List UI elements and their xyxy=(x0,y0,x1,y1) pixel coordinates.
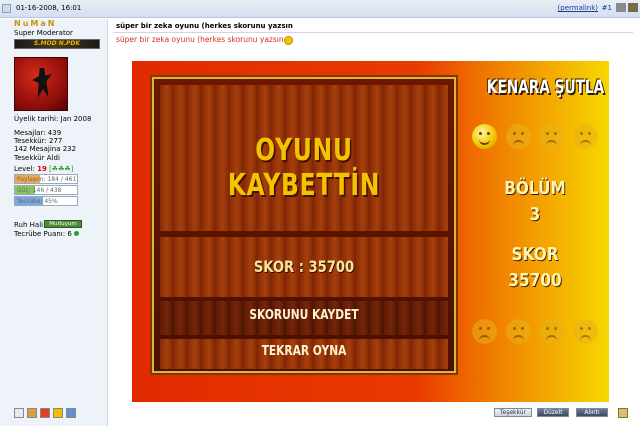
username-link[interactable]: NuMaN xyxy=(14,19,56,28)
sad-face-icon xyxy=(539,124,565,149)
rank-image: S.MOD N.PDK xyxy=(14,39,100,49)
scales-icon[interactable] xyxy=(27,408,37,418)
smiley-icon xyxy=(283,35,293,45)
user-action-icons xyxy=(14,408,79,420)
mood-badge: Mutluyum xyxy=(44,220,82,228)
post-number-link[interactable]: #1 xyxy=(602,4,612,12)
mood-label: Ruh Hali: xyxy=(14,221,46,229)
experience-points: Tecrübe Puanı: 6 xyxy=(14,230,80,238)
join-date: Üyelik tarihi: Jan 2008 xyxy=(14,115,92,123)
level-stars: [☘☘☘] xyxy=(49,165,74,173)
sad-face-icon xyxy=(539,319,565,344)
paylasim-bar-label: Paylaşım: 184 / 461 xyxy=(17,176,77,183)
post-title: süper bir zeka oyunu (herkes skorunu yaz… xyxy=(116,22,293,30)
happy-face-icon xyxy=(472,124,497,149)
avatar-figure xyxy=(32,68,52,98)
final-score-text: SKOR : 35700 xyxy=(253,257,355,276)
tecrube-bar: Tecrübe: 45% xyxy=(14,196,78,206)
multi-quote-icon[interactable] xyxy=(618,408,628,418)
sad-face-icon xyxy=(472,319,497,344)
faces-row-bottom xyxy=(468,319,602,344)
experience-points-text: Tecrübe Puanı: 6 xyxy=(14,230,72,238)
game-board: OYUNU KAYBETTİN SKOR : 35700 SKORUNU KAY… xyxy=(152,77,456,373)
level-value: 19 xyxy=(37,165,47,173)
game-over-text: OYUNU KAYBETTİN xyxy=(227,133,381,203)
sad-face-icon xyxy=(572,124,598,149)
level-number: 3 xyxy=(529,204,541,225)
post-message-text: süper bir zeka oyunu (herkes skorunu yaz… xyxy=(116,35,284,44)
sad-face-icon xyxy=(505,124,531,149)
title-divider xyxy=(113,32,633,33)
avatar xyxy=(14,57,68,111)
profile-icon[interactable] xyxy=(14,408,24,418)
game-logo: KENARA ŞUTLA xyxy=(486,76,605,98)
guc-bar: Güç: 146 / 438 xyxy=(14,185,78,195)
score-title: SKOR xyxy=(511,244,559,265)
save-score-button[interactable]: SKORUNU KAYDET xyxy=(181,308,427,323)
faces-row-top xyxy=(468,124,602,149)
sad-face-icon xyxy=(572,319,598,344)
user-title: Super Moderator xyxy=(14,29,73,37)
warning-icon[interactable] xyxy=(53,408,63,418)
paylasim-bar: Paylaşım: 184 / 461 xyxy=(14,174,78,184)
post-message: süper bir zeka oyunu (herkes skorunu yaz… xyxy=(116,35,293,45)
game-screenshot: OYUNU KAYBETTİN SKOR : 35700 SKORUNU KAY… xyxy=(132,61,609,402)
card-icon[interactable] xyxy=(40,408,50,418)
level-line: Level: 19 [☘☘☘] xyxy=(14,165,73,173)
score-number: 35700 xyxy=(508,270,562,291)
tecrube-bar-label: Tecrübe: 45% xyxy=(17,198,58,205)
play-again-button[interactable]: TEKRAR OYNA xyxy=(181,344,427,359)
post-date: 01-16-2008, 16:01 xyxy=(16,4,82,12)
status-dot-icon xyxy=(74,231,80,236)
guc-bar-label: Güç: 146 / 438 xyxy=(17,187,62,194)
level-label: Level: xyxy=(14,165,35,173)
edit-button[interactable]: Düzelt xyxy=(537,408,569,417)
post-icon xyxy=(2,4,11,13)
user-sidebar: NuMaN Super Moderator S.MOD N.PDK Üyelik… xyxy=(0,19,108,426)
print-icon[interactable] xyxy=(616,3,626,12)
thanks-button[interactable]: Teşekkür xyxy=(494,408,532,417)
thanked-count: 142 Mesajina 232 Tesekkür Aldi xyxy=(14,145,77,162)
monitor-icon[interactable] xyxy=(66,408,76,418)
sad-face-icon xyxy=(505,319,531,344)
quote-button[interactable]: Alıntı xyxy=(576,408,608,417)
level-title: BÖLÜM xyxy=(504,178,566,199)
permalink-link[interactable]: (permalink) xyxy=(558,4,598,12)
send-icon[interactable] xyxy=(628,3,638,12)
post-header-bar: 01-16-2008, 16:01 (permalink) #1 xyxy=(0,0,640,18)
